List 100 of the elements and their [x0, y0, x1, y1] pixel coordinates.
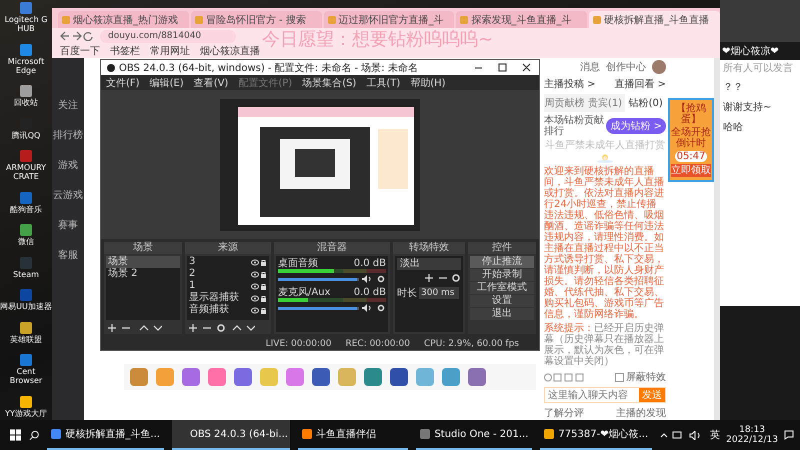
menu-item[interactable]: 查看(V) — [194, 76, 228, 90]
taskbar-app[interactable]: 斗鱼直播伴侣 — [298, 420, 408, 450]
input-method-indicator[interactable]: 英 — [710, 428, 720, 442]
block-effects-checkbox[interactable]: 屏蔽特效 — [615, 370, 666, 384]
browser-tab[interactable]: 迈过那怀旧官方直播_斗 — [324, 11, 454, 28]
claim-button[interactable]: 立即领取 — [671, 164, 711, 177]
eye-lock-icon[interactable] — [251, 270, 267, 278]
source-item[interactable]: 显示器捕获 — [187, 292, 269, 304]
desktop-shortcut[interactable]: 网易UU加速器 — [0, 289, 52, 312]
dock-header: 场景 — [104, 242, 182, 254]
volume-slider[interactable] — [278, 306, 359, 310]
speaker-gear-icon[interactable] — [362, 304, 386, 312]
control-button[interactable]: 退出 — [470, 308, 534, 320]
header-link[interactable]: 消息 — [580, 60, 600, 74]
list-toolbar-icon[interactable] — [108, 324, 162, 332]
control-button[interactable]: 工作室模式 — [470, 282, 534, 294]
desktop-shortcut[interactable]: 英雄联盟 — [0, 322, 52, 344]
rank-tab[interactable]: 周贡献榜 — [544, 94, 585, 112]
header-link[interactable]: 创作中心 — [606, 60, 646, 74]
bookmark[interactable]: 烟心筱凉直播 — [200, 44, 260, 58]
desktop-shortcut[interactable]: 回收站 — [0, 85, 52, 108]
status-text: LIVE: 00:00:00 — [266, 338, 332, 348]
chat-message: 哈哈 — [723, 121, 743, 134]
sidebar-item[interactable]: 客服 — [58, 248, 78, 262]
browser-tab[interactable]: 烟心筱凉直播_热门游戏 — [58, 11, 189, 28]
menu-item[interactable]: 帮助(H) — [410, 76, 446, 90]
status-text: CPU: 2.9%, 60.00 fps — [424, 338, 519, 348]
chat-tools-icon[interactable] — [544, 372, 584, 382]
navigation-arrows-icon[interactable] — [60, 31, 94, 41]
notification-icon[interactable] — [784, 430, 794, 440]
control-button[interactable]: 开始录制 — [470, 269, 534, 281]
eye-lock-icon[interactable] — [251, 258, 267, 266]
desktop-shortcut[interactable]: Microsoft Edge — [0, 44, 52, 75]
dock-header: 混音器 — [274, 242, 390, 254]
taskbar-app[interactable]: 775387-❤烟心筱... — [540, 420, 652, 450]
volume-slider[interactable] — [278, 278, 359, 280]
overlay-banner-text: 今日愿望：想要钻粉呜呜呜~ — [262, 29, 494, 51]
rank-tab[interactable]: 贵宾(1) — [584, 94, 626, 112]
transition-toolbar-icon[interactable] — [425, 274, 461, 282]
channel-reading: 0.0 dB — [354, 287, 386, 298]
sidebar-item[interactable]: 游戏 — [58, 158, 78, 172]
eye-lock-icon[interactable] — [251, 306, 267, 314]
room-link[interactable]: 直播回看 > — [614, 77, 666, 91]
menu-item[interactable]: 编辑(E) — [150, 76, 184, 90]
control-button[interactable]: 停止推流 — [470, 256, 534, 268]
chat-message: ？？ — [723, 81, 743, 94]
clock-time[interactable]: 18:13 — [739, 425, 766, 435]
scene-item[interactable]: 场景 2 — [106, 268, 180, 280]
source-item[interactable]: 3 — [187, 256, 269, 268]
desktop-shortcut[interactable]: Cent Browser — [0, 354, 52, 386]
menu-item[interactable]: 工具(T) — [366, 76, 400, 90]
desktop-shortcut[interactable]: Logitech G HUB — [0, 2, 52, 33]
bookmark[interactable]: 常用网址 — [150, 44, 190, 58]
control-button[interactable]: 设置 — [470, 295, 534, 307]
sidebar-item[interactable]: 排行榜 — [53, 128, 83, 142]
menu-item[interactable]: 场景集合(S) — [302, 76, 356, 90]
window-title: OBS 24.0.3 (64-bit, windows) - 配置文件: 未命名 - 场景: 未命名 — [119, 62, 419, 74]
channel-name: 桌面音频 — [278, 258, 318, 269]
desktop-shortcut[interactable]: ARMOURY CRATE — [0, 150, 52, 182]
sidebar-item[interactable]: 赛事 — [58, 218, 78, 232]
desktop-shortcut[interactable]: Steam — [0, 256, 52, 279]
clock-date[interactable]: 2022/12/13 — [726, 435, 778, 445]
duration-field[interactable]: 300 ms — [419, 287, 459, 299]
countdown-timer: 05:47 — [674, 151, 708, 162]
footer-tab[interactable]: 了解分评 — [544, 406, 584, 420]
source-item[interactable]: 音频捕获 — [187, 304, 269, 316]
promo-banner[interactable]: 【抢鸡蛋】 全场开抢倒计时 05:47 立即领取 — [668, 98, 714, 182]
room-link[interactable]: 主播投稿 > — [544, 77, 596, 91]
desktop-shortcut[interactable]: 腾讯QQ — [0, 118, 52, 140]
sidebar-item[interactable]: 关注 — [58, 98, 78, 112]
address-bar[interactable]: douyu.com/8814040 — [100, 30, 236, 42]
avatar-icon[interactable] — [652, 60, 666, 74]
browser-tab[interactable]: 硬核拆解直播_斗鱼直播 — [589, 11, 720, 28]
search-icon[interactable] — [29, 430, 40, 440]
transition-dropdown[interactable]: 淡出 — [397, 258, 461, 270]
source-item[interactable]: 2 — [187, 268, 269, 280]
become-fan-button[interactable]: 成为钻粉 > — [606, 118, 666, 134]
eye-lock-icon[interactable] — [251, 294, 267, 302]
desktop-shortcut[interactable]: 酷狗音乐 — [0, 192, 52, 214]
bookmark[interactable]: 百度一下 — [60, 44, 100, 58]
bookmark[interactable]: 书签栏 — [110, 44, 140, 58]
list-toolbar-icon[interactable] — [189, 324, 255, 332]
footer-tab[interactable]: 主播的发现 — [616, 406, 666, 420]
scene-item[interactable]: 场景 — [106, 256, 180, 268]
menu-item[interactable]: 文件(F) — [106, 76, 140, 90]
windows-start-icon[interactable] — [10, 429, 22, 441]
source-item[interactable]: 1 — [187, 280, 269, 292]
desktop-shortcut[interactable]: 微信 — [0, 224, 52, 246]
browser-tab[interactable]: 探索发现_斗鱼直播_斗 — [456, 11, 588, 28]
window-controls-icon[interactable] — [473, 63, 533, 72]
eye-lock-icon[interactable] — [251, 282, 267, 290]
rank-tab[interactable]: 钻粉(0) — [625, 94, 666, 112]
sidebar-item[interactable]: 云游戏 — [53, 188, 83, 202]
taskbar-app[interactable]: Studio One - 201... — [416, 420, 532, 450]
taskbar-app[interactable]: 硬核拆解直播_斗鱼... — [47, 420, 164, 450]
dock-header: 转场特效 — [393, 242, 465, 254]
speaker-gear-icon[interactable] — [362, 275, 386, 283]
browser-tab[interactable]: 冒险岛怀旧官方 - 搜索 — [190, 11, 322, 28]
desktop-shortcut[interactable]: YY游戏大厅 — [0, 396, 52, 418]
taskbar-app[interactable]: OBS 24.0.3 (64-bi... — [172, 420, 290, 450]
